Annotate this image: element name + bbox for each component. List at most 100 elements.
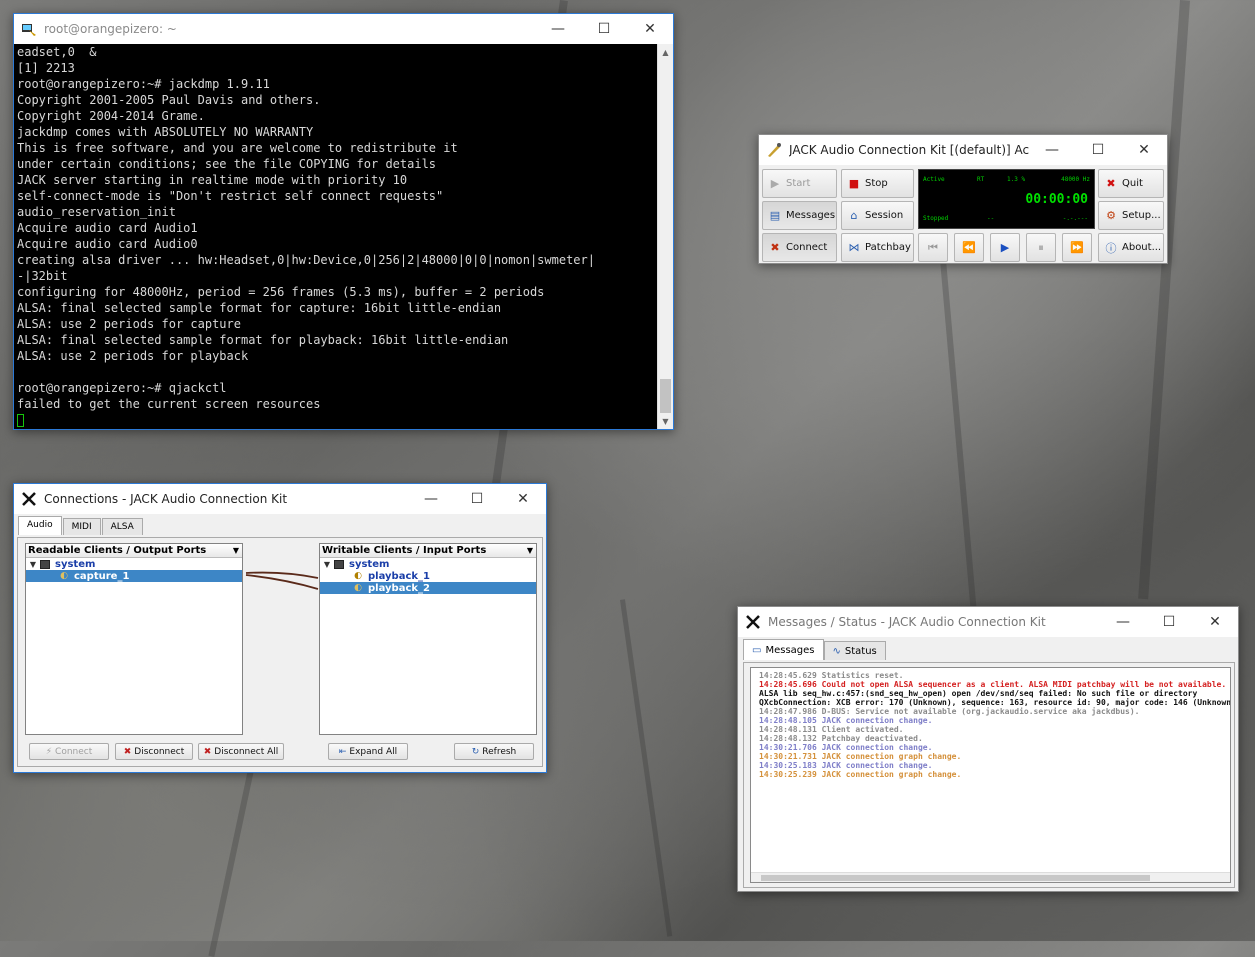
messages-log[interactable]: 14:28:45.629 Statistics reset. 14:28:45.6… [750, 667, 1231, 883]
terminal-title: root@orangepizero: ~ [44, 22, 177, 36]
writable-header[interactable]: Writable Clients / Input Ports ▼ [320, 544, 536, 558]
messages-button[interactable]: ▤ Messages [762, 201, 837, 230]
terminal-line: eadset,0 & [17, 45, 97, 59]
terminal-line: configuring for 48000Hz, period = 256 fr… [17, 285, 545, 299]
pause-icon: ⏸ [1038, 240, 1044, 254]
expand-arrow-icon[interactable]: ▼ [320, 560, 334, 569]
log-entry: 14:28:48.105 JACK connection change. [759, 716, 933, 725]
status-display: Active RT 1.3 % 48000 Hz 00:00:00 Stoppe… [918, 169, 1095, 229]
client-system-input[interactable]: ▼ system [320, 558, 536, 570]
qjackctl-title: JACK Audio Connection Kit [(default)] Ac… [789, 143, 1029, 157]
scroll-down-arrow-icon[interactable]: ▼ [658, 413, 673, 429]
session-icon: ⌂ [850, 209, 858, 222]
close-button[interactable]: ✕ [1192, 607, 1238, 637]
maximize-button[interactable]: ☐ [581, 14, 627, 44]
minimize-button[interactable]: — [535, 14, 581, 44]
terminal-console[interactable]: eadset,0 & [1] 2213 root@orangepizero:~# j… [14, 44, 673, 429]
scroll-up-arrow-icon[interactable]: ▲ [658, 44, 673, 60]
connect-button[interactable]: ✖ Connect [762, 233, 837, 262]
maximize-button[interactable]: ☐ [1146, 607, 1192, 637]
connect-icon: ✖ [770, 241, 780, 254]
client-icon [334, 559, 344, 569]
status-icon: ∿ [832, 645, 841, 657]
minimize-button[interactable]: — [1029, 135, 1075, 165]
refresh-button[interactable]: ↻ Refresh [454, 743, 534, 760]
terminal-line: ALSA: use 2 periods for capture [17, 317, 241, 331]
patchbay-button[interactable]: ⋈ Patchbay [841, 233, 914, 262]
audio-port-icon: ◐ [60, 571, 68, 581]
log-entry: 14:28:47.986 D-BUS: Service not availabl… [759, 707, 1140, 716]
rewind-start-button[interactable]: ⏮ [918, 233, 948, 262]
disconnect-button[interactable]: ✖ Disconnect [115, 743, 193, 760]
tab-alsa[interactable]: ALSA [101, 518, 143, 535]
qjackctl-window[interactable]: JACK Audio Connection Kit [(default)] Ac… [758, 134, 1168, 264]
skip-back-icon: ⏮ [928, 240, 938, 254]
transport-time: 00:00:00 [1025, 192, 1088, 207]
port-playback-2[interactable]: ◐ playback_2 [320, 582, 536, 594]
terminal-titlebar[interactable]: root@orangepizero: ~ — ☐ ✕ [14, 14, 673, 44]
connection-line [245, 571, 319, 579]
readable-ports-list[interactable]: Readable Clients / Output Ports ▼ ▼ syst… [25, 543, 243, 735]
terminal-line: [1] 2213 [17, 61, 75, 75]
connections-window[interactable]: Connections - JACK Audio Connection Kit … [13, 483, 547, 773]
messages-title: Messages / Status - JACK Audio Connectio… [768, 615, 1046, 629]
connections-title: Connections - JACK Audio Connection Kit [44, 492, 288, 506]
minimize-button[interactable]: — [1100, 607, 1146, 637]
session-button[interactable]: ⌂ Session [841, 201, 914, 230]
horizontal-scrollbar[interactable] [751, 872, 1230, 882]
scrollbar-thumb[interactable] [660, 379, 671, 413]
pause-button[interactable]: ⏸ [1026, 233, 1056, 262]
readable-header[interactable]: Readable Clients / Output Ports ▼ [26, 544, 242, 558]
expand-all-button[interactable]: ⇤ Expand All [328, 743, 408, 760]
terminal-scrollbar[interactable]: ▲ ▼ [657, 44, 673, 429]
port-playback-1[interactable]: ◐ playback_1 [320, 570, 536, 582]
play-button[interactable]: ▶ [990, 233, 1020, 262]
minimize-button[interactable]: — [408, 484, 454, 514]
disconnect-all-icon: ✖ [203, 746, 212, 757]
quit-icon: ✖ [1106, 177, 1116, 190]
expand-arrow-icon[interactable]: ▼ [26, 560, 40, 569]
messages-icon: ▤ [769, 209, 781, 222]
log-entry: 14:30:21.731 JACK connection graph chang… [759, 752, 962, 761]
close-button[interactable]: ✕ [627, 14, 673, 44]
tab-status[interactable]: ∿ Status [823, 641, 886, 660]
messages-titlebar[interactable]: Messages / Status - JACK Audio Connectio… [738, 607, 1238, 637]
expand-icon: ⇤ [338, 746, 347, 757]
terminal-line: root@orangepizero:~# jackdmp 1.9.11 [17, 77, 270, 91]
stop-button[interactable]: ■ Stop [841, 169, 914, 198]
play-icon: ▶ [770, 177, 780, 190]
qjackctl-titlebar[interactable]: JACK Audio Connection Kit [(default)] Ac… [759, 135, 1167, 165]
about-button[interactable]: ⓘ About... [1098, 233, 1164, 262]
tab-audio[interactable]: Audio [18, 516, 62, 535]
close-button[interactable]: ✕ [500, 484, 546, 514]
info-icon: ⓘ [1105, 241, 1117, 255]
quit-button[interactable]: ✖ Quit [1098, 169, 1164, 198]
disconnect-icon: ✖ [123, 746, 132, 757]
terminal-line: ALSA: use 2 periods for playback [17, 349, 249, 363]
connect-button[interactable]: ⚡ Connect [29, 743, 109, 760]
setup-button[interactable]: ⚙ Setup... [1098, 201, 1164, 230]
forward-button[interactable]: ⏩ [1062, 233, 1092, 262]
log-entry: 14:30:25.239 JACK connection graph chang… [759, 770, 962, 779]
close-button[interactable]: ✕ [1121, 135, 1167, 165]
terminal-window[interactable]: root@orangepizero: ~ — ☐ ✕ eadset,0 & [1]… [13, 13, 674, 430]
dropdown-arrow-icon: ▼ [526, 546, 533, 555]
disconnect-all-button[interactable]: ✖ Disconnect All [198, 743, 284, 760]
maximize-button[interactable]: ☐ [454, 484, 500, 514]
transport-state: Stopped [923, 215, 949, 222]
messages-window[interactable]: Messages / Status - JACK Audio Connectio… [737, 606, 1239, 892]
scrollbar-thumb[interactable] [761, 875, 1150, 881]
tab-midi[interactable]: MIDI [62, 518, 101, 535]
connections-titlebar[interactable]: Connections - JACK Audio Connection Kit … [14, 484, 546, 514]
writable-ports-list[interactable]: Writable Clients / Input Ports ▼ ▼ syste… [319, 543, 537, 735]
port-capture-1[interactable]: ◐ capture_1 [26, 570, 242, 582]
terminal-line: Acquire audio card Audio1 [17, 221, 198, 235]
maximize-button[interactable]: ☐ [1075, 135, 1121, 165]
terminal-line: -|32bit [17, 269, 68, 283]
connection-lines [245, 571, 319, 590]
rewind-button[interactable]: ⏪ [954, 233, 984, 262]
start-button[interactable]: ▶ Start [762, 169, 837, 198]
terminal-line: ALSA: final selected sample format for p… [17, 333, 509, 347]
tab-messages[interactable]: ▭ Messages [743, 639, 824, 660]
client-system-output[interactable]: ▼ system [26, 558, 242, 570]
